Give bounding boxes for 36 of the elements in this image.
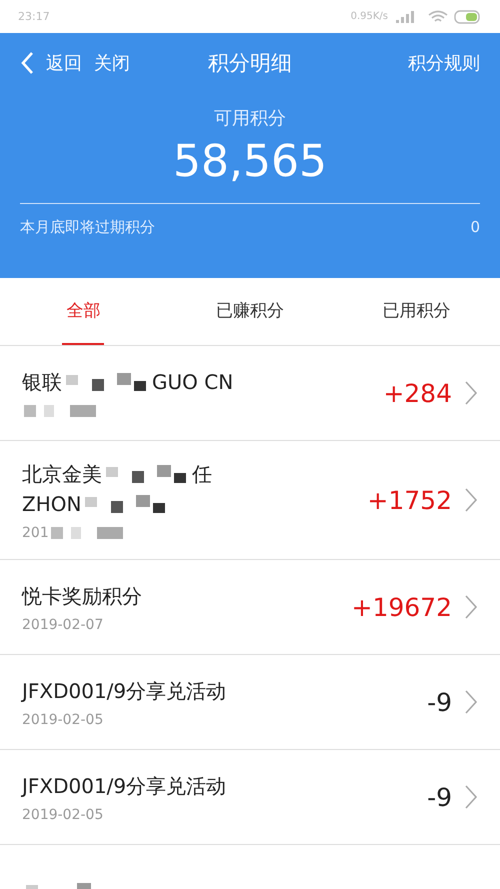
points-amount: +19672: [352, 592, 452, 622]
record-date: 2019-02-05: [22, 807, 104, 823]
record-title: 银联: [22, 369, 62, 396]
wifi-icon: [428, 10, 448, 24]
page-title: 积分明细: [208, 50, 292, 76]
filter-tab[interactable]: 已用积分: [378, 278, 455, 345]
points-amount: +1752: [367, 486, 452, 514]
back-link[interactable]: 返回: [46, 50, 82, 74]
status-time: 23:17: [18, 10, 50, 23]
points-amount: -9: [427, 688, 452, 716]
record-date: 2019-02-07: [22, 617, 104, 633]
record-title: JFXD001/9分享兑活动: [22, 678, 226, 705]
chevron-right-icon[interactable]: [464, 380, 478, 406]
close-link[interactable]: 关闭: [94, 50, 130, 74]
points-amount: +284: [383, 378, 452, 408]
points-amount: -9: [427, 782, 452, 812]
chevron-right-icon[interactable]: [464, 689, 478, 715]
record-date: 2019-02-05: [22, 712, 104, 728]
expiring-label: 本月底即将过期积分: [20, 218, 155, 237]
network-speed: 0.95K/s: [350, 11, 388, 22]
filter-tab[interactable]: 已赚积分: [212, 278, 288, 345]
record-title: 北京金美: [22, 461, 102, 488]
record-title: 任: [192, 461, 212, 488]
chevron-right-icon[interactable]: [464, 784, 478, 810]
record-date: 201: [22, 525, 49, 541]
chevron-right-icon[interactable]: [464, 487, 478, 513]
record-title: JFXD001/9分享兑活动: [22, 773, 226, 800]
rules-link[interactable]: 积分规则: [330, 50, 480, 74]
record-title: 悦卡奖励积分: [22, 583, 142, 610]
chevron-right-icon[interactable]: [464, 594, 478, 620]
expiring-value: 0: [470, 218, 480, 237]
balance-label: 可用积分: [213, 107, 287, 130]
balance-value: 58,565: [172, 136, 328, 187]
record-title: ZHON: [22, 491, 82, 518]
filter-tab[interactable]: 全部: [62, 278, 104, 345]
record-title: GUO CN: [152, 369, 234, 396]
